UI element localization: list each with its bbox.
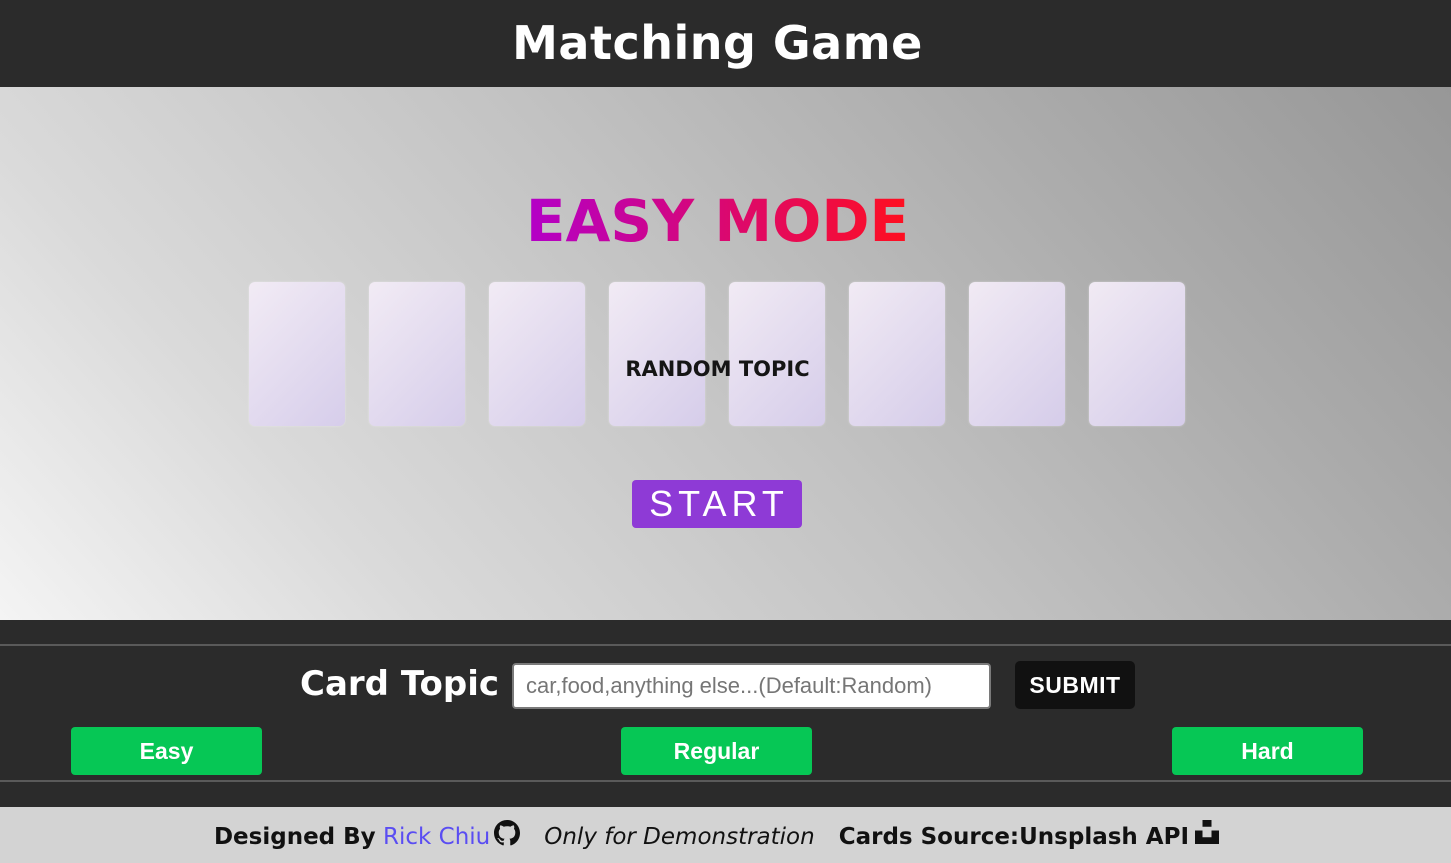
app-header: Matching Game bbox=[0, 0, 1451, 87]
game-board: EASY MODE RANDOM TOPIC START bbox=[0, 87, 1451, 620]
start-button[interactable]: START bbox=[632, 480, 802, 528]
cards-source-text: Cards Source:Unsplash API bbox=[838, 824, 1190, 850]
mode-title: EASY MODE bbox=[0, 187, 1451, 255]
github-icon[interactable] bbox=[494, 820, 521, 846]
mode-title-text: EASY MODE bbox=[525, 187, 910, 255]
unsplash-icon[interactable] bbox=[1195, 820, 1221, 846]
current-topic-text: RANDOM TOPIC bbox=[625, 357, 810, 381]
page-title: Matching Game bbox=[512, 15, 923, 70]
designed-by-text: Designed By bbox=[213, 824, 376, 850]
card-topic-input[interactable] bbox=[512, 663, 991, 709]
card[interactable] bbox=[729, 282, 825, 426]
card-topic-label: Card Topic bbox=[300, 664, 500, 704]
card-row bbox=[249, 282, 1209, 427]
footer: Designed By Rick Chiu Only for Demonstra… bbox=[0, 807, 1451, 863]
regular-button[interactable]: Regular bbox=[621, 727, 812, 775]
controls-panel: Card Topic SUBMIT Easy Regular Hard bbox=[0, 644, 1451, 782]
author-link[interactable]: Rick Chiu bbox=[383, 824, 490, 850]
card[interactable] bbox=[369, 282, 465, 426]
current-topic-label: RANDOM TOPIC bbox=[0, 357, 1451, 381]
card[interactable] bbox=[849, 282, 945, 426]
demo-note: Only for Demonstration bbox=[544, 824, 815, 850]
card[interactable] bbox=[1089, 282, 1185, 426]
easy-button[interactable]: Easy bbox=[71, 727, 262, 775]
card[interactable] bbox=[969, 282, 1065, 426]
footer-content: Designed By Rick Chiu Only for Demonstra… bbox=[213, 820, 1221, 850]
card[interactable] bbox=[249, 282, 345, 426]
hard-button[interactable]: Hard bbox=[1172, 727, 1363, 775]
card[interactable] bbox=[609, 282, 705, 426]
card[interactable] bbox=[489, 282, 585, 426]
submit-button[interactable]: SUBMIT bbox=[1015, 661, 1135, 709]
